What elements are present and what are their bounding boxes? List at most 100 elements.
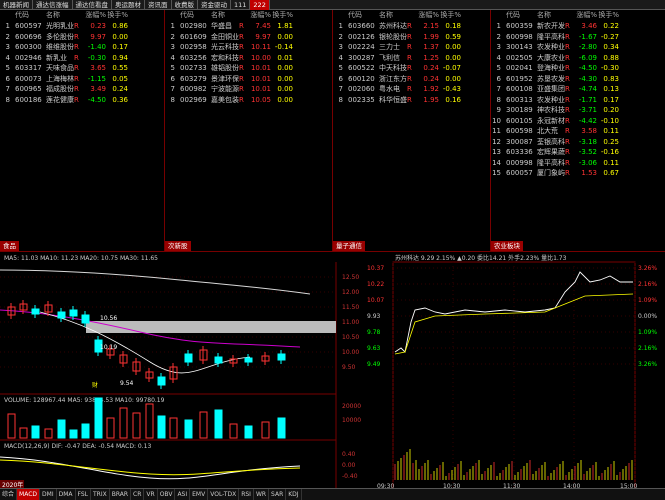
panel-title[interactable]: 量子通信 xyxy=(333,241,365,251)
stock-row[interactable]: 6 603279 景津环保 R 10.01 0.00 xyxy=(165,74,332,85)
stock-row[interactable]: 2 600998 隆平高科 R -1.67 -0.27 xyxy=(491,32,665,43)
indicator-tab-vr[interactable]: VR xyxy=(144,489,158,500)
stock-row[interactable]: 1 600359 新农开发 R 3.46 0.22 xyxy=(491,21,665,32)
stock-row[interactable]: 1 002980 华盛昌 R 7.45 1.81 xyxy=(165,21,332,32)
indicator-tab-dma[interactable]: DMA xyxy=(57,489,76,500)
indicator-tab-cr[interactable]: CR xyxy=(131,489,145,500)
stock-row[interactable]: 5 002041 登海种业 R -4.50 -0.30 xyxy=(491,63,665,74)
stock-row[interactable]: 6 600120 浙江东方 R 0.24 0.00 xyxy=(333,74,490,85)
stock-row[interactable]: 14 000998 隆平高科 R -3.06 0.11 xyxy=(491,158,665,169)
indicator-tab-vol-tdx[interactable]: VOL-TDX xyxy=(208,489,240,500)
intraday-chart[interactable]: 苏州科达 9.29 2.15% ▲0.20 委比14.21 外手2.23% 量比… xyxy=(365,252,665,489)
column-header[interactable]: 名称 xyxy=(205,10,239,21)
stock-row[interactable]: 3 600300 维维股份 R -1.40 0.17 xyxy=(0,42,164,53)
stock-row[interactable]: 8 002335 科华恒盛 R 1.95 0.16 xyxy=(333,95,490,106)
turnover-value: 0.55 xyxy=(112,64,128,72)
indicator-tab-wr[interactable]: WR xyxy=(254,489,270,500)
column-header[interactable]: 涨幅% xyxy=(571,10,597,21)
stock-row[interactable]: 8 600186 莲花健康 R -4.50 0.36 xyxy=(0,95,164,106)
column-header[interactable]: 换手% xyxy=(597,10,619,21)
change-percent: 1.99 xyxy=(423,32,439,41)
turnover-value: 0.00 xyxy=(112,32,128,41)
column-header[interactable]: 名称 xyxy=(373,10,407,21)
stock-row[interactable]: 4 300287 飞利信 R 1.25 0.00 xyxy=(333,53,490,64)
stock-name: 苏州科达 xyxy=(379,22,407,30)
indicator-tab-obv[interactable]: OBV xyxy=(158,489,176,500)
indicator-tab-fsl[interactable]: FSL xyxy=(76,489,91,500)
column-header[interactable]: 换手% xyxy=(106,10,128,21)
stock-row[interactable]: 1 600597 光明乳业 R 0.23 0.86 xyxy=(0,21,164,32)
tab-1[interactable]: 通达信涨幅 xyxy=(33,0,73,10)
column-header[interactable]: 代码 xyxy=(10,10,40,21)
indicator-tab-综合[interactable]: 综合 xyxy=(0,489,18,500)
stock-row[interactable]: 5 603317 天味食品 R 3.65 0.55 xyxy=(0,63,164,74)
tab-0[interactable]: 机器新闻 xyxy=(0,0,33,10)
column-header[interactable]: 代码 xyxy=(175,10,205,21)
stock-row[interactable]: 7 600982 宁波能源 R 10.01 0.00 xyxy=(165,84,332,95)
tab-3[interactable]: 奥运题材 xyxy=(112,0,145,10)
stock-row[interactable]: 10 600105 永冠新材 R -4.42 -0.10 xyxy=(491,116,665,127)
stock-row[interactable]: 13 603336 宏辉果蔬 R -3.52 -0.16 xyxy=(491,147,665,158)
stock-row[interactable]: 4 002505 大康农业 R -6.09 0.88 xyxy=(491,53,665,64)
panel-title[interactable]: 次新股 xyxy=(165,241,191,251)
stock-row[interactable]: 5 600522 中天科技 R 0.24 -0.07 xyxy=(333,63,490,74)
tab-4[interactable]: 资讯面 xyxy=(145,0,172,10)
stock-row[interactable]: 6 600073 上海梅林 R -1.15 0.05 xyxy=(0,74,164,85)
indicator-tab-rsi[interactable]: RSI xyxy=(239,489,254,500)
stock-row[interactable]: 7 002060 粤水电 R 1.92 -0.43 xyxy=(333,84,490,95)
column-header[interactable]: 代码 xyxy=(501,10,531,21)
column-header[interactable]: 名称 xyxy=(531,10,565,21)
column-header[interactable]: 换手% xyxy=(271,10,293,21)
stock-row[interactable]: 1 603660 苏州科达 R 2.15 0.18 xyxy=(333,21,490,32)
column-header[interactable]: 涨幅% xyxy=(80,10,106,21)
stock-row[interactable]: 5 002733 雄韬股份 R 10.01 0.00 xyxy=(165,63,332,74)
indicator-tab-kdj[interactable]: KDJ xyxy=(286,489,302,500)
indicator-tab-asi[interactable]: ASI xyxy=(175,489,191,500)
stock-row[interactable]: 11 600598 北大荒 R 3.58 0.11 xyxy=(491,126,665,137)
stock-row[interactable]: 6 601952 苏垦农发 R -4.30 0.83 xyxy=(491,74,665,85)
tab-2[interactable]: 通达信看盘 xyxy=(73,0,112,10)
column-header[interactable]: 代码 xyxy=(343,10,373,21)
stock-row[interactable]: 2 600696 多伦股份 R 9.97 0.00 xyxy=(0,32,164,43)
stock-row[interactable]: 9 300189 神农科技 R -3.71 0.20 xyxy=(491,105,665,116)
stock-row[interactable]: 8 600313 农发种业 R -1.71 0.17 xyxy=(491,95,665,106)
indicator-tab-emv[interactable]: EMV xyxy=(190,489,209,500)
stock-row[interactable]: 3 002224 三力士 R 1.37 0.00 xyxy=(333,42,490,53)
price-tick: 11.50 xyxy=(342,304,359,311)
tab-7[interactable]: 111 xyxy=(231,0,251,10)
column-header[interactable]: 涨幅% xyxy=(413,10,439,21)
indicator-tab-dmi[interactable]: DMI xyxy=(40,489,57,500)
row-index: 1 xyxy=(338,22,343,30)
stock-row[interactable]: 15 600057 厦门象屿 R 1.53 0.67 xyxy=(491,168,665,179)
stock-row[interactable]: 3 002958 光云科技 R 10.11 -0.14 xyxy=(165,42,332,53)
indicator-tab-brar[interactable]: BRAR xyxy=(110,489,132,500)
tab-5[interactable]: 收费版 xyxy=(172,0,198,10)
change-percent: -4.74 xyxy=(578,85,597,93)
indicator-tab-trix[interactable]: TRIX xyxy=(91,489,110,500)
volume-bar xyxy=(214,409,223,439)
stock-row[interactable]: 2 002126 银轮股份 R 1.99 0.59 xyxy=(333,32,490,43)
stock-row[interactable]: 12 300087 荃银高科 R -3.18 0.25 xyxy=(491,137,665,148)
panel-title[interactable]: 农业板块 xyxy=(491,241,523,251)
stock-row[interactable]: 7 600965 福成股份 R 3.49 0.24 xyxy=(0,84,164,95)
tab-6[interactable]: 资金驱动 xyxy=(198,0,231,10)
volume-bar xyxy=(157,415,166,439)
tab-8[interactable]: 222 xyxy=(250,0,270,10)
change-percent: 9.97 xyxy=(255,32,271,41)
stock-row[interactable]: 4 603256 宏和科技 R 10.00 0.01 xyxy=(165,53,332,64)
volume-bar xyxy=(19,427,28,439)
stock-row[interactable]: 3 300143 农发种业 R -2.80 0.34 xyxy=(491,42,665,53)
stock-row[interactable]: 8 002969 嘉美包装 R 10.05 0.00 xyxy=(165,95,332,106)
column-header[interactable]: 换手% xyxy=(439,10,461,21)
column-header[interactable]: 名称 xyxy=(40,10,74,21)
stock-row[interactable]: 2 601609 金田铜业 R 9.97 0.00 xyxy=(165,32,332,43)
indicator-tab-macd[interactable]: MACD xyxy=(17,489,41,500)
change-percent: 0.24 xyxy=(423,74,439,83)
indicator-tab-sar[interactable]: SAR xyxy=(269,489,287,500)
panel-title[interactable]: 食品 xyxy=(0,241,19,251)
stock-row[interactable]: 4 002946 新乳业 R -0.30 0.94 xyxy=(0,53,164,64)
stock-row[interactable]: 7 600108 亚盛集团 R -4.74 0.13 xyxy=(491,84,665,95)
kline-chart[interactable]: MA5: 11.03 MA10: 11.23 MA20: 10.75 MA30:… xyxy=(0,252,365,489)
row-index: 2 xyxy=(5,32,10,41)
column-header[interactable]: 涨幅% xyxy=(245,10,271,21)
